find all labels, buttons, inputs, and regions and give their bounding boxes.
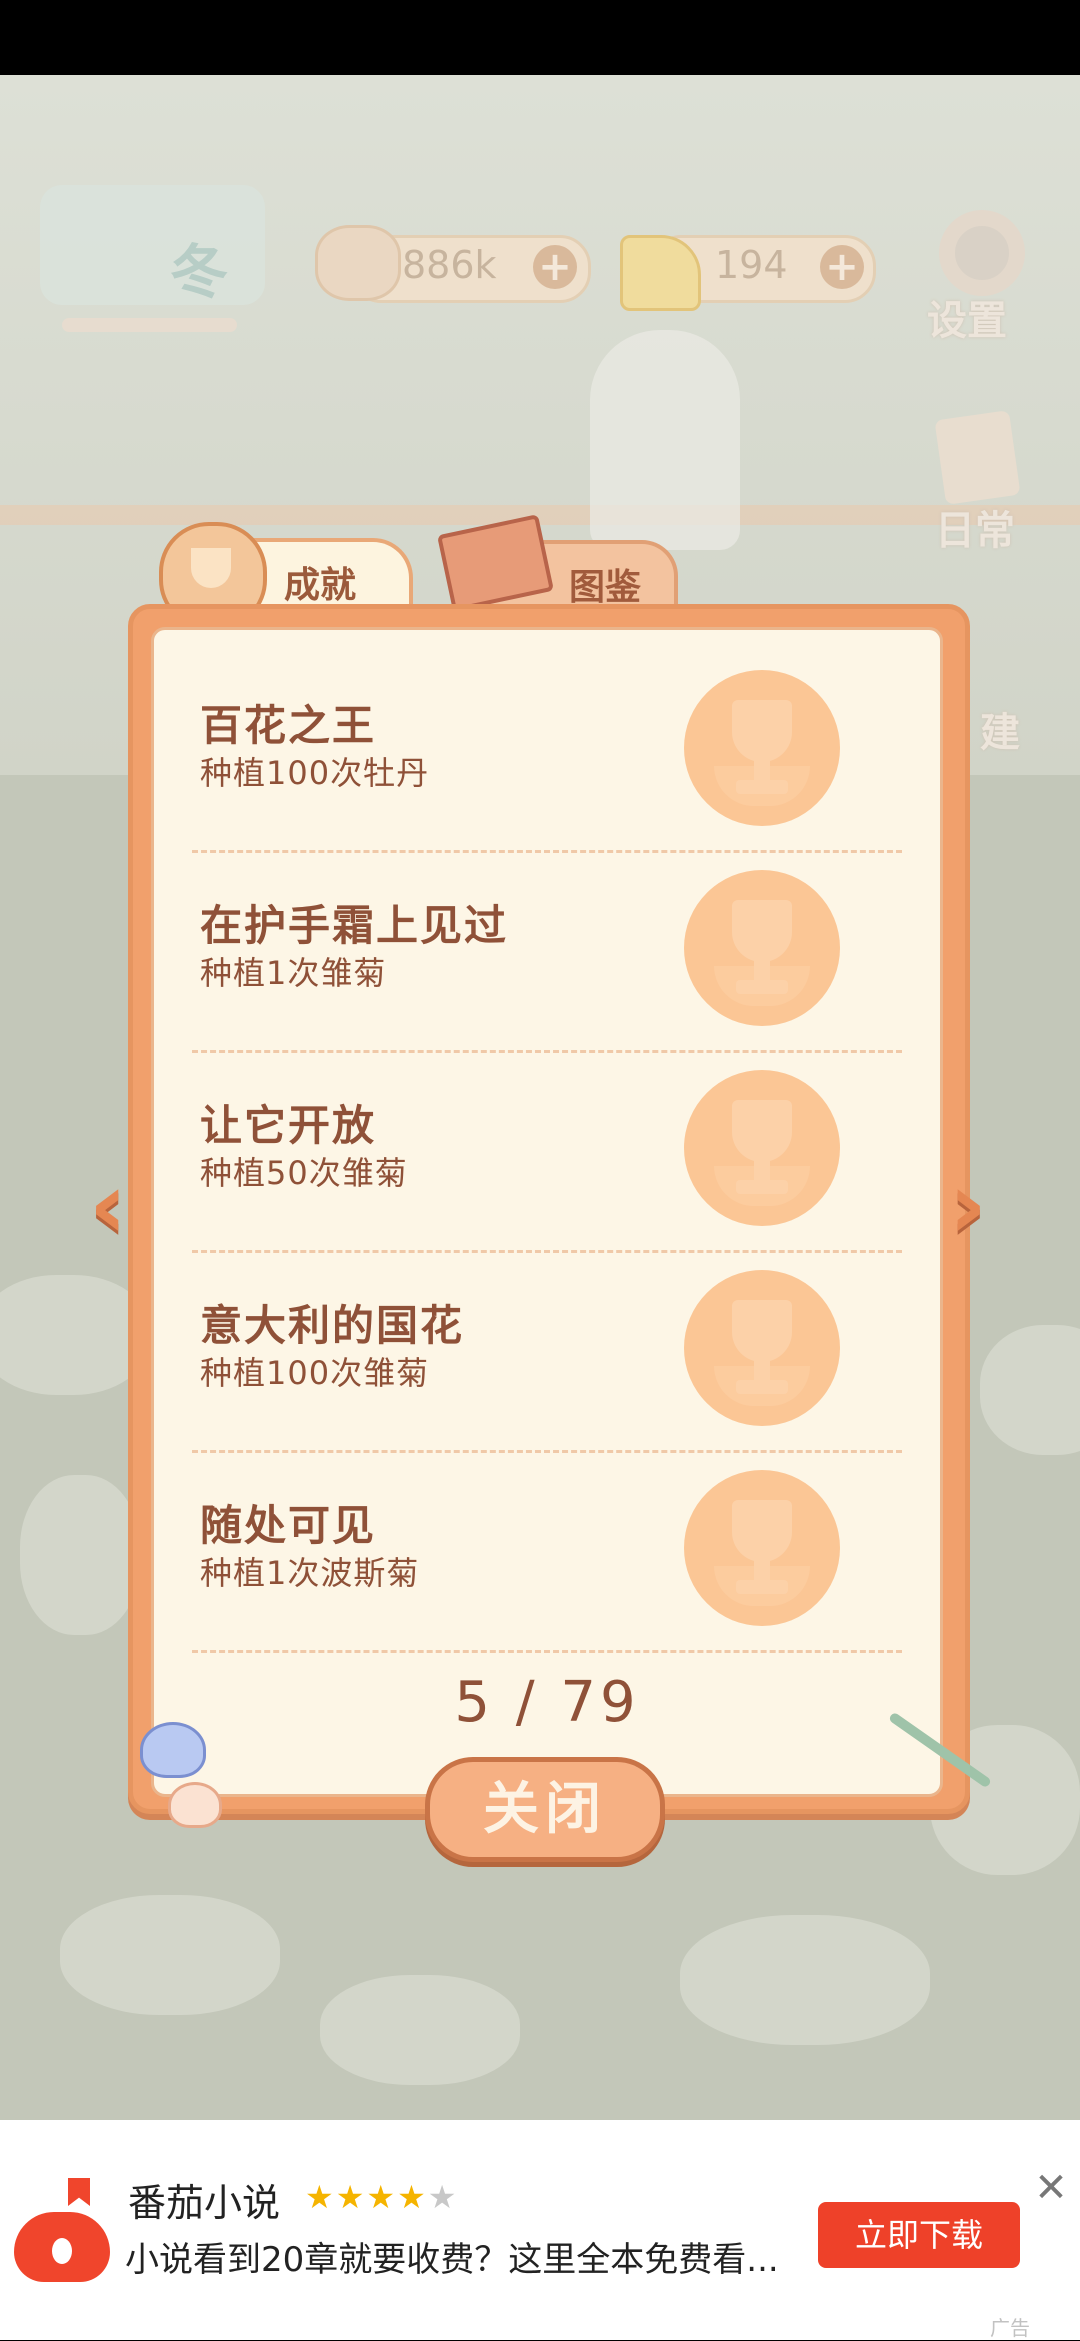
- locked-trophy-icon: [684, 1070, 840, 1226]
- settings-label: 设置: [927, 298, 1007, 344]
- floor-stone: [20, 1475, 140, 1635]
- star-empty-icon: ★: [427, 2178, 459, 2216]
- list-item: 意大利的国花 种植100次雏菊: [154, 1230, 940, 1430]
- snowman-decoration: [590, 330, 740, 550]
- season-indicator[interactable]: [40, 185, 265, 305]
- list-item: 百花之王 种植100次牡丹: [154, 630, 940, 830]
- daily-button[interactable]: 日常: [925, 410, 1040, 554]
- achievement-title: 意大利的国花: [200, 1301, 465, 1350]
- list-item: 在护手霜上见过 种植1次雏菊: [154, 830, 940, 1030]
- fish-value: 886k: [402, 243, 497, 287]
- locked-trophy-icon: [684, 870, 840, 1026]
- locked-trophy-icon: [684, 1270, 840, 1426]
- star-icon: ★: [366, 2178, 398, 2216]
- tab-achievements-label: 成就: [284, 565, 357, 606]
- ad-rating: ★★★★★: [305, 2178, 458, 2216]
- ad-description: 小说看到20章就要收费？这里全本免费看...: [125, 2240, 779, 2280]
- background-shelf: [0, 505, 1080, 525]
- daily-label: 日常: [935, 508, 1015, 554]
- achievement-title: 在护手霜上见过: [200, 901, 509, 950]
- ad-app-name: 番茄小说: [128, 2181, 281, 2225]
- download-button[interactable]: 立即下载: [818, 2202, 1020, 2268]
- trophy-cup: [191, 548, 231, 588]
- season-progress-bar: [62, 318, 237, 332]
- achievement-list: 百花之王 种植100次牡丹 在护手霜上见过 种植1次雏菊 让它开放 种植50次雏…: [151, 627, 943, 1797]
- butterfly-icon: [168, 1782, 222, 1828]
- build-button[interactable]: 建: [960, 620, 1060, 760]
- add-cheese-button[interactable]: +: [820, 245, 864, 289]
- cheese-value: 194: [715, 243, 788, 287]
- ad-tag: 广告: [990, 2316, 1030, 2340]
- star-icon: ★: [397, 2178, 428, 2216]
- cheese-icon: [620, 235, 701, 311]
- tab-collection-label: 图鉴: [569, 567, 642, 608]
- gear-icon: [939, 210, 1025, 296]
- butterfly-icon: [140, 1722, 206, 1778]
- achievement-desc: 种植100次牡丹: [200, 754, 430, 792]
- floor-stone: [680, 1915, 930, 2045]
- status-bar: [0, 0, 1080, 75]
- locked-trophy-icon: [684, 670, 840, 826]
- achievement-desc: 种植1次波斯菊: [200, 1554, 420, 1592]
- settings-button[interactable]: 设置: [925, 210, 1040, 344]
- achievement-title: 让它开放: [200, 1101, 377, 1150]
- star-icon: ★: [305, 2178, 336, 2216]
- ad-banner[interactable]: 番茄小说 ★★★★★ 小说看到20章就要收费？这里全本免费看... 立即下载 ✕…: [0, 2120, 1080, 2340]
- locked-trophy-icon: [684, 1470, 840, 1626]
- scroll-icon: [934, 410, 1021, 505]
- build-label: 建: [980, 710, 1020, 756]
- achievement-title: 随处可见: [200, 1501, 377, 1550]
- bookmark-icon: [68, 2178, 90, 2206]
- season-label: 冬: [170, 238, 229, 306]
- close-button[interactable]: 关闭: [425, 1757, 665, 1862]
- page-counter: 5 / 79: [454, 1670, 640, 1735]
- achievement-panel: 百花之王 种植100次牡丹 在护手霜上见过 种植1次雏菊 让它开放 种植50次雏…: [128, 604, 970, 1814]
- close-ad-icon[interactable]: ✕: [1033, 2168, 1069, 2208]
- achievement-title: 百花之王: [200, 701, 377, 750]
- floor-stone: [320, 1975, 520, 2085]
- divider: [192, 1650, 902, 1653]
- tab-collection[interactable]: 图鉴: [437, 514, 678, 614]
- tomato-app-icon: [14, 2212, 110, 2282]
- achievement-desc: 种植100次雏菊: [200, 1354, 430, 1392]
- list-item: 让它开放 种植50次雏菊: [154, 1030, 940, 1230]
- prev-page-arrow-icon[interactable]: ‹: [72, 1160, 144, 1252]
- floor-stone: [60, 1895, 280, 2015]
- star-icon: ★: [335, 2178, 367, 2216]
- next-page-arrow-icon[interactable]: ›: [932, 1160, 1004, 1252]
- fish-bone-icon: [315, 225, 401, 301]
- list-item: 随处可见 种植1次波斯菊: [154, 1430, 940, 1630]
- add-fish-button[interactable]: +: [533, 245, 577, 289]
- achievement-desc: 种植1次雏菊: [200, 954, 387, 992]
- achievement-desc: 种植50次雏菊: [200, 1154, 408, 1192]
